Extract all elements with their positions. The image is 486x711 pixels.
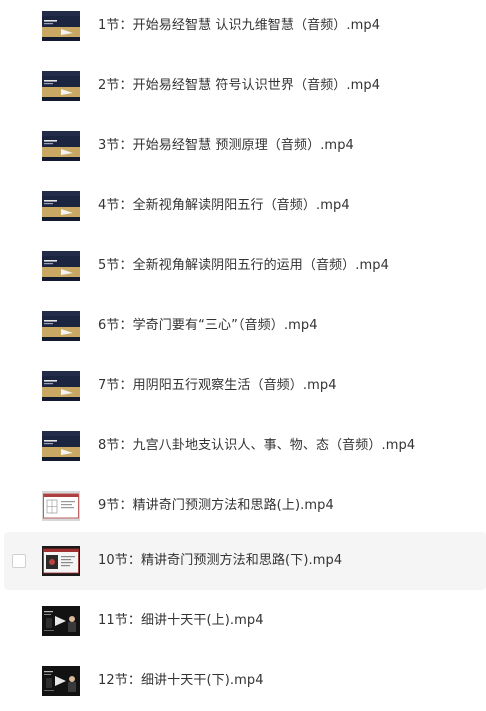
- file-row[interactable]: 2节：开始易经智慧 符号认识世界（音频）.mp4: [4, 57, 486, 115]
- file-name[interactable]: 11节：细讲十天干(上).mp4: [98, 592, 264, 650]
- file-name[interactable]: 10节：精讲奇门预测方法和思路(下).mp4: [98, 532, 342, 590]
- file-name[interactable]: 1节：开始易经智慧 认识九维智慧（音频）.mp4: [98, 0, 380, 55]
- file-name[interactable]: 5节：全新视角解读阴阳五行的运用（音频）.mp4: [98, 237, 389, 295]
- file-name[interactable]: 12节：细讲十天干(下).mp4: [98, 652, 264, 710]
- file-row[interactable]: 4节：全新视角解读阴阳五行（音频）.mp4: [4, 177, 486, 235]
- video-thumbnail-icon[interactable]: [42, 546, 80, 576]
- file-name[interactable]: 6节：学奇门要有“三心”（音频）.mp4: [98, 297, 318, 355]
- video-thumbnail-icon[interactable]: [42, 666, 80, 696]
- file-row[interactable]: 3节：开始易经智慧 预测原理（音频）.mp4: [4, 117, 486, 175]
- file-name[interactable]: 9节：精讲奇门预测方法和思路(上).mp4: [98, 477, 334, 535]
- file-row[interactable]: 10节：精讲奇门预测方法和思路(下).mp4: [4, 532, 486, 590]
- file-row[interactable]: 7节：用阴阳五行观察生活（音频）.mp4: [4, 357, 486, 415]
- video-thumbnail-icon[interactable]: [42, 371, 80, 401]
- video-thumbnail-icon[interactable]: [42, 251, 80, 281]
- video-thumbnail-icon[interactable]: [42, 606, 80, 636]
- video-thumbnail-icon[interactable]: [42, 11, 80, 41]
- video-thumbnail-icon[interactable]: [42, 131, 80, 161]
- file-select-checkbox[interactable]: [12, 554, 26, 568]
- file-row[interactable]: 12节：细讲十天干(下).mp4: [4, 652, 486, 710]
- video-thumbnail-icon[interactable]: [42, 71, 80, 101]
- file-name[interactable]: 4节：全新视角解读阴阳五行（音频）.mp4: [98, 177, 350, 235]
- file-row[interactable]: 9节：精讲奇门预测方法和思路(上).mp4: [4, 477, 486, 535]
- file-name[interactable]: 8节：九宫八卦地支认识人、事、物、态（音频）.mp4: [98, 417, 415, 475]
- file-row[interactable]: 5节：全新视角解读阴阳五行的运用（音频）.mp4: [4, 237, 486, 295]
- file-row[interactable]: 11节：细讲十天干(上).mp4: [4, 592, 486, 650]
- file-name[interactable]: 7节：用阴阳五行观察生活（音频）.mp4: [98, 357, 337, 415]
- file-name[interactable]: 2节：开始易经智慧 符号认识世界（音频）.mp4: [98, 57, 380, 115]
- video-thumbnail-icon[interactable]: [42, 431, 80, 461]
- file-row[interactable]: 1节：开始易经智慧 认识九维智慧（音频）.mp4: [4, 0, 486, 55]
- video-thumbnail-icon[interactable]: [42, 191, 80, 221]
- file-row[interactable]: 6节：学奇门要有“三心”（音频）.mp4: [4, 297, 486, 355]
- file-list: 1节：开始易经智慧 认识九维智慧（音频）.mp4 2节：开始易经智慧 符号认识世界…: [0, 0, 486, 711]
- file-row[interactable]: 8节：九宫八卦地支认识人、事、物、态（音频）.mp4: [4, 417, 486, 475]
- video-thumbnail-icon[interactable]: [42, 311, 80, 341]
- video-thumbnail-icon[interactable]: [42, 491, 80, 521]
- file-name[interactable]: 3节：开始易经智慧 预测原理（音频）.mp4: [98, 117, 354, 175]
